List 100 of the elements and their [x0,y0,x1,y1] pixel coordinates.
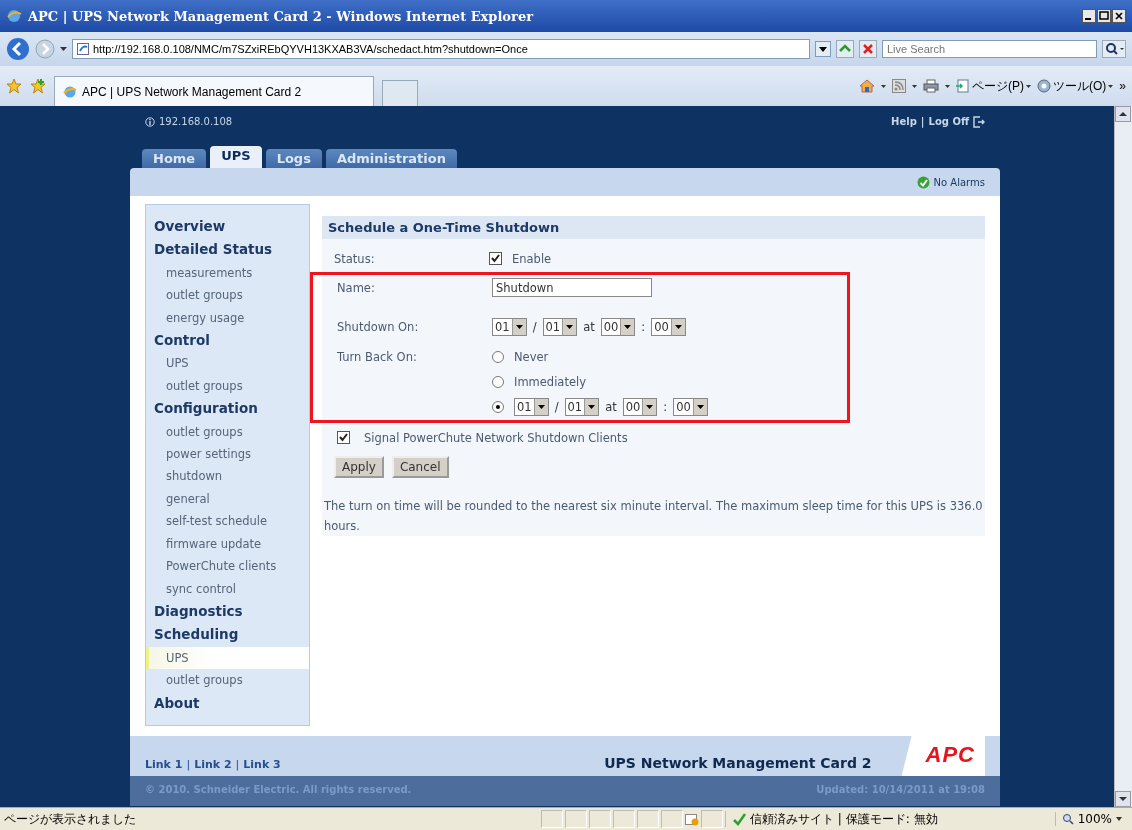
sidebar-heading[interactable]: Scheduling [146,623,309,647]
toolbar-menu[interactable]: ツール(O) [1037,77,1114,95]
overflow-chevron[interactable]: » [1119,79,1126,93]
caret-icon [1116,817,1122,821]
dropdown[interactable]: 00 [622,398,658,417]
dropdown[interactable]: 01 [492,317,527,336]
print-icon[interactable] [923,79,939,93]
stop-icon[interactable] [859,40,877,58]
scroll-up-icon[interactable] [1115,106,1131,122]
separator-text: at [582,319,596,334]
status-pane [541,810,563,828]
status-message: ページが表示されました [4,810,137,828]
caret-icon[interactable] [60,47,67,51]
form-button[interactable]: Cancel [391,456,449,479]
window-title: APC | UPS Network Management Card 2 - Windows Internet Explorer [28,8,535,24]
nav-tab[interactable]: Logs [265,149,322,168]
nav-tab[interactable]: Administration [325,149,457,168]
caret-icon[interactable] [912,84,917,88]
feed-icon[interactable] [892,79,906,93]
nav-tab[interactable]: UPS [210,146,262,168]
product-title: UPS Network Management Card 2 [604,755,872,771]
sidebar-heading[interactable]: About [146,691,309,715]
radio-button[interactable] [492,401,504,414]
sidebar-item[interactable]: power settings [146,443,309,466]
nav-tab[interactable]: Home [142,149,207,168]
status-pane [701,810,723,828]
caret-icon[interactable] [945,84,950,88]
dropdown[interactable]: 01 [542,317,578,336]
sidebar-item[interactable]: outlet groups [146,669,309,692]
sidebar-item[interactable]: shutdown [146,465,309,488]
logo: APC [901,736,985,776]
sidebar-heading[interactable]: Detailed Status [146,238,309,262]
scroll-down-icon[interactable] [1115,791,1131,807]
search-icon[interactable] [1102,40,1126,58]
sidebar-item[interactable]: outlet groups [146,420,309,444]
status-pane [637,810,659,828]
search-field[interactable]: Live Search [882,40,1097,58]
sidebar-item[interactable]: self-test schedule [146,510,309,533]
sidebar-item[interactable]: energy usage [146,306,309,330]
footer-link[interactable]: Link 1 [145,758,183,771]
status-pane [565,810,587,828]
sidebar-item[interactable]: outlet groups [146,284,309,307]
minimize-icon[interactable] [1082,9,1096,23]
caret-icon [646,405,654,410]
field-label: Name: [337,280,376,295]
header-link[interactable]: Help [891,116,917,127]
address-field[interactable]: http://192.168.0.108/NMC/m7SZxiREbQYVH13KXAB3VA/schedact.htm?shutdown=Once [72,39,810,59]
checkbox[interactable] [337,431,350,445]
caret-icon [515,324,523,329]
logout-icon[interactable] [973,115,985,128]
radio-button[interactable] [492,376,504,389]
separator-text: | [235,758,240,771]
check-icon [339,433,348,443]
toolbar-menu[interactable]: ページ(P) [956,77,1031,95]
dropdown[interactable]: 01 [514,398,549,417]
dropdown-icon[interactable] [815,41,831,57]
footer-link[interactable]: Link 2 [194,758,232,771]
sidebar-item[interactable]: UPS [146,352,309,375]
sidebar-heading[interactable]: Diagnostics [146,599,309,624]
name-field[interactable]: Shutdown [492,278,652,298]
status-pane [589,810,611,828]
browser-icon [63,84,77,99]
caret-icon[interactable] [881,84,886,88]
page-icon [956,79,970,93]
sidebar-item[interactable]: UPS [146,646,309,670]
home-icon[interactable] [859,78,875,94]
browser-tab[interactable]: APC | UPS Network Management Card 2 [54,76,374,106]
maximize-icon[interactable] [1097,9,1111,23]
dropdown[interactable]: 00 [651,317,686,336]
separator-text: at [604,400,618,415]
sidebar-heading[interactable]: Control [146,329,309,353]
sidebar-item[interactable]: measurements [146,261,309,285]
status-pane [613,810,635,828]
zoom-icon [1061,813,1074,825]
radio-button[interactable] [492,351,504,364]
dropdown[interactable]: 00 [673,398,708,417]
status-pane [661,810,683,828]
browser-icon [6,8,22,24]
sidebar-item[interactable]: general [146,487,309,511]
dropdown[interactable]: 00 [600,317,636,336]
form-button[interactable]: Apply [334,456,384,479]
dropdown[interactable]: 01 [564,398,600,417]
sidebar-item[interactable]: sync control [146,577,309,600]
ok-icon [916,175,930,189]
caret-icon [1108,84,1114,88]
sidebar-heading[interactable]: Configuration [146,397,309,421]
checkbox[interactable] [489,252,502,266]
sidebar-item[interactable]: firmware update [146,532,309,556]
sidebar-heading[interactable]: Overview [146,215,309,239]
sidebar-item[interactable]: PowerChute clients [146,555,309,578]
footer-link[interactable]: Link 3 [243,758,281,771]
check-icon [732,812,746,826]
check-icon [491,254,500,264]
zoom-control[interactable]: 100% [1054,812,1128,826]
close-icon[interactable] [1112,9,1126,23]
scrollbar[interactable] [1114,106,1132,807]
sidebar-item[interactable]: outlet groups [146,374,309,398]
header-link[interactable]: Log Off [928,116,969,127]
back-icon[interactable] [6,37,30,61]
star-icon[interactable] [6,78,22,94]
